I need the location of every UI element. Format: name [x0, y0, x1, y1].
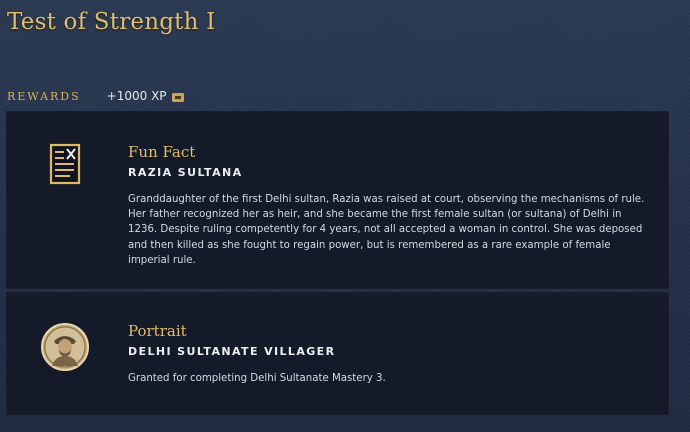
rewards-row: REWARDS +1000 XP — [7, 89, 184, 103]
card-subtitle: RAZIA SULTANA — [128, 166, 243, 179]
xp-reward: +1000 XP — [107, 89, 184, 103]
xp-badge-icon — [171, 92, 184, 102]
page-title: Test of Strength I — [7, 9, 216, 35]
xp-text: +1000 XP — [106, 89, 167, 103]
reward-card-fun-fact[interactable]: Fun Fact RAZIA SULTANA Granddaughter of … — [6, 111, 669, 289]
card-subtitle: DELHI SULTANATE VILLAGER — [128, 345, 336, 358]
rewards-label: REWARDS — [7, 89, 81, 103]
villager-portrait-icon — [40, 322, 90, 376]
card-title: Fun Fact — [128, 143, 196, 161]
reward-card-portrait[interactable]: Portrait DELHI SULTANATE VILLAGER Grante… — [6, 292, 669, 415]
card-description: Granddaughter of the first Delhi sultan,… — [128, 194, 645, 266]
scroll-document-icon — [40, 141, 90, 195]
card-description: Granted for completing Delhi Sultanate M… — [128, 373, 386, 384]
card-title: Portrait — [128, 322, 187, 340]
